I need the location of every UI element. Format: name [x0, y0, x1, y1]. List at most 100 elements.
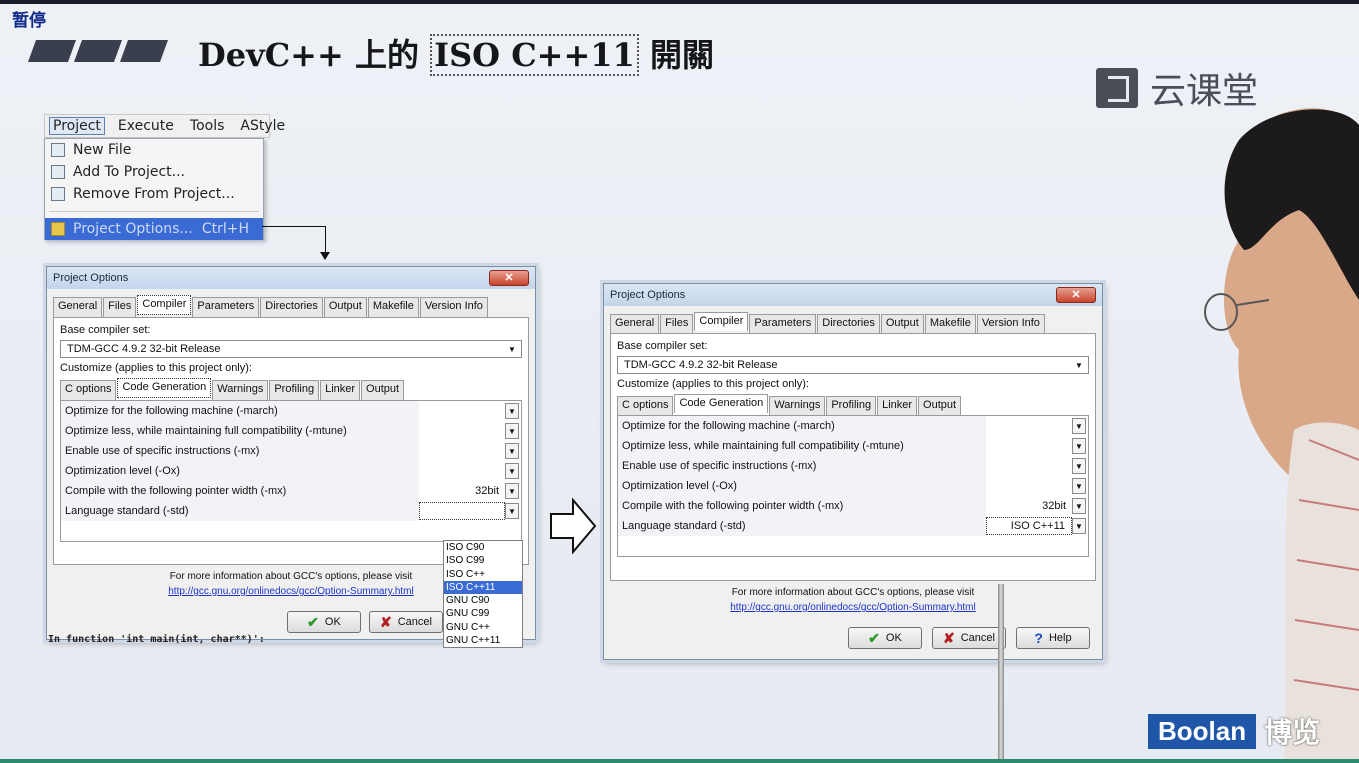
base-compiler-select[interactable]: TDM-GCC 4.9.2 32-bit Release ▼: [617, 356, 1089, 374]
list-item[interactable]: ISO C99: [444, 554, 522, 567]
gcc-options-link[interactable]: http://gcc.gnu.org/onlinedocs/gcc/Option…: [168, 586, 413, 597]
chevron-down-icon[interactable]: ▼: [505, 503, 519, 519]
tab-files[interactable]: Files: [660, 314, 694, 333]
list-item-selected[interactable]: ISO C++11: [444, 580, 522, 595]
menu-item-new-file[interactable]: New File: [45, 139, 263, 161]
subtab-c-options[interactable]: C options: [60, 380, 117, 400]
boolan-text: Boolan: [1148, 713, 1257, 749]
chevron-down-icon[interactable]: ▼: [505, 403, 519, 419]
options-grid: Optimize for the following machine (-mar…: [60, 400, 522, 542]
option-label: Optimize less, while maintaining full co…: [618, 436, 986, 456]
option-value: 32bit: [475, 485, 499, 497]
tab-directories[interactable]: Directories: [260, 297, 323, 317]
gcc-options-link[interactable]: http://gcc.gnu.org/onlinedocs/gcc/Option…: [730, 602, 975, 613]
language-standard-list: ISO C90 ISO C99 ISO C++ ISO C++11 GNU C9…: [443, 540, 523, 648]
menu-project[interactable]: Project: [49, 117, 105, 135]
tab-compiler[interactable]: Compiler: [137, 295, 192, 315]
pause-label[interactable]: 暂停: [12, 6, 46, 31]
chevron-down-icon: ▼: [1075, 360, 1083, 370]
menu-astyle[interactable]: AStyle: [237, 118, 288, 134]
menu-item-project-options[interactable]: Project Options... Ctrl+H: [45, 218, 263, 240]
subtab-code-generation[interactable]: Code Generation: [674, 394, 769, 413]
menu-item-add-to-project[interactable]: Add To Project...: [45, 161, 263, 183]
tab-version-info[interactable]: Version Info: [419, 297, 488, 317]
cancel-button[interactable]: ✘ Cancel: [932, 627, 1006, 649]
subtab-c-options[interactable]: C options: [617, 396, 674, 415]
tab-output[interactable]: Output: [323, 297, 367, 317]
option-row: Optimization level (-Ox) ▼: [61, 461, 521, 481]
option-label: Optimize for the following machine (-mar…: [61, 401, 419, 421]
chevron-down-icon[interactable]: ▼: [505, 483, 519, 499]
option-row: Enable use of specific instructions (-mx…: [61, 441, 521, 461]
subtab-linker[interactable]: Linker: [877, 396, 918, 415]
list-item[interactable]: ISO C++: [444, 568, 522, 581]
chevron-down-icon[interactable]: ▼: [1072, 478, 1086, 494]
chevron-down-icon[interactable]: ▼: [1072, 518, 1086, 534]
tab-files[interactable]: Files: [103, 297, 137, 317]
boolan-logo: Boolan 博览: [1148, 711, 1320, 751]
list-item[interactable]: GNU C99: [444, 607, 522, 620]
laser-pointer-stick: [998, 584, 1004, 762]
subtab-output[interactable]: Output: [918, 396, 962, 415]
subtab-output[interactable]: Output: [361, 380, 405, 400]
language-standard-value[interactable]: ISO C++11: [986, 517, 1072, 535]
chevron-down-icon[interactable]: ▼: [505, 423, 519, 439]
compiler-pane: Base compiler set: TDM-GCC 4.9.2 32-bit …: [53, 317, 529, 565]
menu-item-remove-from-project[interactable]: Remove From Project...: [45, 183, 263, 205]
subtab-warnings[interactable]: Warnings: [212, 380, 269, 400]
tab-makefile[interactable]: Makefile: [924, 314, 976, 333]
option-label: Optimize less, while maintaining full co…: [61, 421, 419, 441]
subtabs: C options Code Generation Warnings Profi…: [617, 394, 1089, 415]
list-item[interactable]: GNU C++11: [444, 634, 522, 647]
option-label: Optimization level (-Ox): [618, 476, 986, 496]
ok-button[interactable]: ✔ OK: [848, 627, 922, 649]
help-button[interactable]: ? Help: [1016, 627, 1090, 649]
subtab-profiling[interactable]: Profiling: [269, 380, 320, 400]
menu-execute[interactable]: Execute: [115, 118, 177, 134]
chevron-down-icon[interactable]: ▼: [1072, 438, 1086, 454]
menu-tools[interactable]: Tools: [187, 118, 228, 134]
tab-output[interactable]: Output: [880, 314, 924, 333]
list-item[interactable]: ISO C90: [444, 541, 522, 554]
chevron-down-icon[interactable]: ▼: [505, 463, 519, 479]
chevron-down-icon[interactable]: ▼: [1072, 498, 1086, 514]
option-row: Compile with the following pointer width…: [618, 496, 1088, 516]
menu-bar: Project Execute Tools AStyle: [44, 114, 285, 138]
option-label: Compile with the following pointer width…: [618, 496, 986, 516]
tab-general[interactable]: General: [53, 297, 103, 317]
title-decor-stripes: [27, 40, 170, 66]
subtab-profiling[interactable]: Profiling: [826, 396, 877, 415]
subtab-code-generation[interactable]: Code Generation: [117, 378, 212, 398]
dialog-title: Project Options: [53, 272, 129, 284]
tab-general[interactable]: General: [610, 314, 660, 333]
option-row: Optimize less, while maintaining full co…: [618, 436, 1088, 456]
title-prefix: DevC++ 上的: [198, 36, 419, 74]
subtab-warnings[interactable]: Warnings: [769, 396, 826, 415]
tab-directories[interactable]: Directories: [817, 314, 880, 333]
close-button[interactable]: ✕: [489, 270, 529, 286]
chevron-down-icon[interactable]: ▼: [1072, 458, 1086, 474]
subtab-linker[interactable]: Linker: [320, 380, 361, 400]
option-label: Optimization level (-Ox): [61, 461, 419, 481]
tab-version-info[interactable]: Version Info: [976, 314, 1045, 333]
ok-button[interactable]: ✔ OK: [287, 611, 361, 633]
list-item[interactable]: GNU C90: [444, 594, 522, 607]
tab-compiler[interactable]: Compiler: [694, 312, 749, 331]
close-button[interactable]: ✕: [1056, 287, 1096, 303]
chevron-down-icon[interactable]: ▼: [1072, 418, 1086, 434]
tab-parameters[interactable]: Parameters: [749, 314, 817, 333]
check-icon: ✔: [868, 629, 880, 646]
tab-makefile[interactable]: Makefile: [367, 297, 419, 317]
info-text: For more information about GCC's options…: [731, 587, 975, 598]
list-item[interactable]: GNU C++: [444, 621, 522, 634]
option-row: Optimize for the following machine (-mar…: [61, 401, 521, 421]
tab-parameters[interactable]: Parameters: [192, 297, 260, 317]
base-compiler-value: TDM-GCC 4.9.2 32-bit Release: [67, 343, 221, 355]
language-standard-value[interactable]: [419, 502, 505, 520]
menu-item-label: New File: [73, 142, 132, 158]
base-compiler-select[interactable]: TDM-GCC 4.9.2 32-bit Release ▼: [60, 340, 522, 358]
chevron-down-icon[interactable]: ▼: [505, 443, 519, 459]
option-value: 32bit: [1042, 500, 1066, 512]
project-menu-dropdown: New File Add To Project... Remove From P…: [44, 138, 264, 240]
cancel-button[interactable]: ✘ Cancel: [369, 611, 443, 633]
